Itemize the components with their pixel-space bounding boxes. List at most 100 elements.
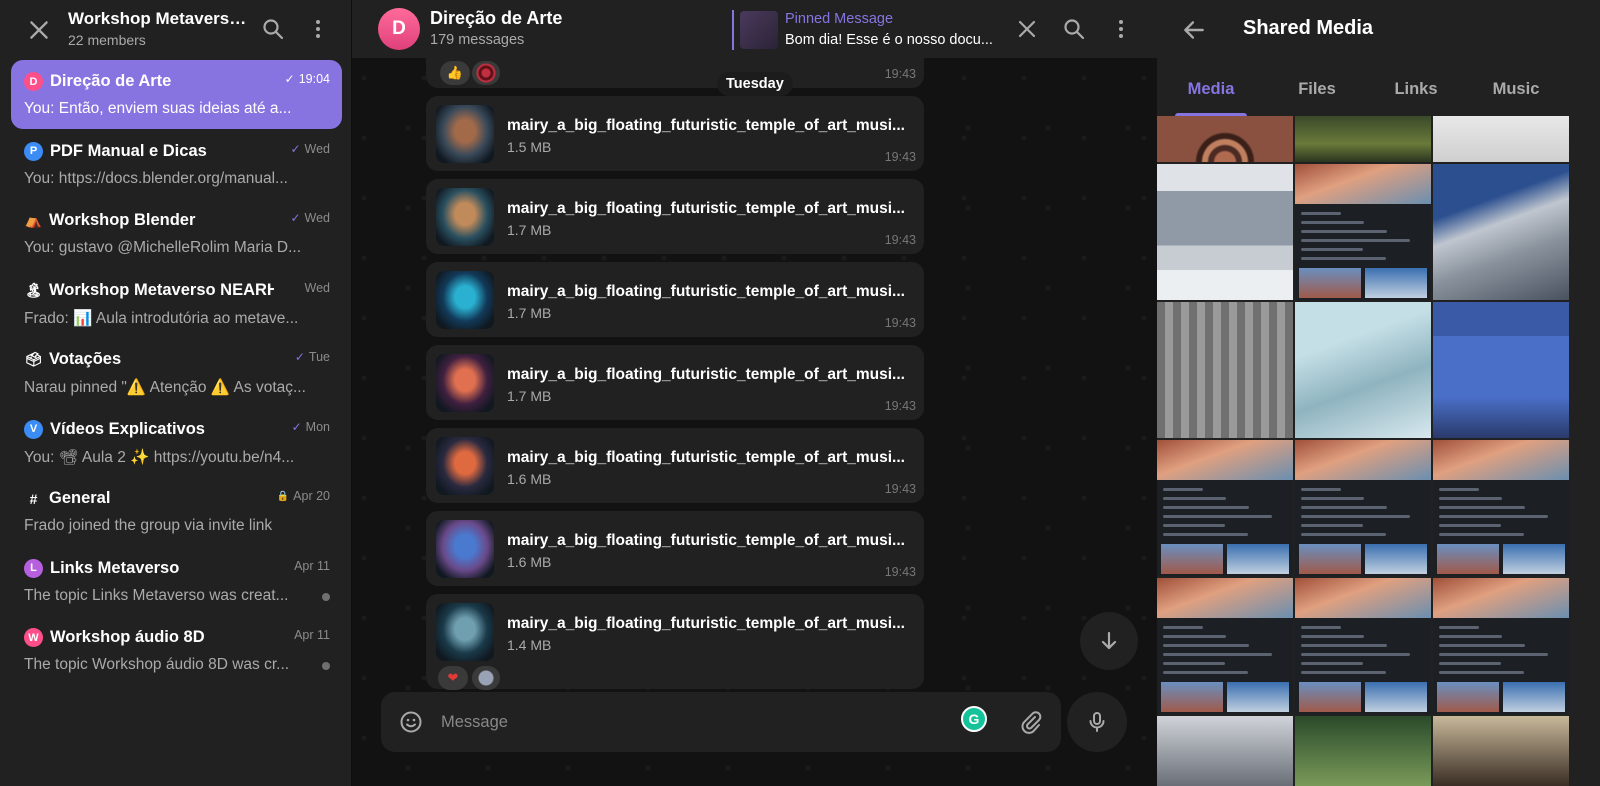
emoji-icon[interactable] [399, 710, 423, 734]
text-line [1439, 626, 1479, 629]
thumbnail-preview [1295, 440, 1431, 480]
media-thumbnail[interactable] [1295, 578, 1431, 714]
text-line [1301, 230, 1387, 233]
chat-name: ⛺ Workshop Blender [24, 211, 274, 230]
search-icon[interactable] [261, 17, 285, 41]
file-name[interactable]: mairy_a_big_floating_futuristic_temple_o… [507, 532, 917, 550]
media-thumbnail[interactable] [1157, 440, 1293, 576]
reaction-heart[interactable]: ❤ [438, 666, 468, 690]
reaction-avatar[interactable] [472, 61, 500, 85]
chat-time-label: Apr 20 [293, 489, 330, 503]
media-thumbnail[interactable] [1433, 116, 1569, 162]
search-icon[interactable] [1062, 17, 1086, 41]
chat-name-label: Links Metaverso [50, 558, 180, 577]
media-thumbnail[interactable] [1433, 302, 1569, 438]
media-thumbnail[interactable] [1295, 302, 1431, 438]
chat-preview: You: Então, enviem suas ideias até a... [24, 100, 292, 117]
topic-icon: L [24, 558, 43, 578]
file-name[interactable]: mairy_a_big_floating_futuristic_temple_o… [507, 615, 917, 633]
chat-panel: 👍 19:43 Tuesday mairy_a_big_floating_fut… [352, 0, 1157, 786]
close-pinned-icon[interactable] [1015, 17, 1039, 41]
more-vertical-icon[interactable] [1109, 17, 1133, 41]
text-line [1439, 635, 1502, 638]
tab-links[interactable]: Links [1380, 70, 1452, 116]
chat-item[interactable]: L Links Metaverso Apr 11 The topic Links Me… [11, 547, 342, 616]
read-check-icon: ✓ [291, 419, 302, 434]
chat-time-label: Apr 11 [294, 628, 330, 642]
file-size: 1.7 MB [507, 388, 552, 404]
chat-title[interactable]: Direção de Arte [430, 8, 562, 29]
thumbnail-preview [1433, 440, 1569, 480]
message-input[interactable] [441, 709, 941, 735]
file-thumbnail[interactable] [436, 354, 494, 412]
file-name[interactable]: mairy_a_big_floating_futuristic_temple_o… [507, 283, 917, 301]
close-icon[interactable] [26, 17, 52, 43]
group-title[interactable]: Workshop Metaverso ... [68, 9, 254, 29]
text-line [1163, 662, 1225, 665]
media-thumbnail[interactable] [1433, 164, 1569, 300]
chat-item[interactable]: 🏝 Workshop Metaverso NEARHu... Wed Frado: 📊… [11, 269, 342, 338]
text-line [1163, 524, 1225, 527]
tab-media[interactable]: Media [1175, 70, 1247, 116]
media-thumbnail[interactable] [1295, 116, 1431, 162]
file-name[interactable]: mairy_a_big_floating_futuristic_temple_o… [507, 449, 917, 467]
chat-item[interactable]: # General 🔒 Apr 20 Frado joined the group vi… [11, 477, 342, 546]
media-thumbnail[interactable] [1157, 116, 1293, 162]
media-thumbnail[interactable] [1295, 716, 1431, 786]
chat-avatar[interactable]: D [378, 8, 420, 50]
chat-name-label: Votações [49, 350, 122, 368]
chat-item[interactable]: W Workshop áudio 8D Apr 11 The topic Worksh… [11, 616, 342, 685]
chat-item[interactable]: 🗳 Votações ✓ Tue Narau pinned "⚠️ Atenção ⚠️… [11, 338, 342, 407]
voice-record-button[interactable] [1067, 692, 1127, 752]
media-thumbnail[interactable] [1157, 302, 1293, 438]
message-count: 179 messages [430, 32, 525, 48]
media-thumbnail[interactable] [1157, 164, 1293, 300]
text-line [1301, 221, 1364, 224]
chat-item[interactable]: ⛺ Workshop Blender ✓ Wed You: gustavo @Miche… [11, 199, 342, 268]
media-thumbnail[interactable] [1295, 440, 1431, 576]
attach-icon[interactable] [1019, 710, 1043, 734]
tab-label: Links [1394, 80, 1438, 98]
text-line [1439, 533, 1524, 536]
more-vertical-icon[interactable] [306, 17, 330, 41]
file-name[interactable]: mairy_a_big_floating_futuristic_temple_o… [507, 200, 917, 218]
text-line [1301, 662, 1363, 665]
chat-time: Apr 11 [294, 559, 330, 573]
tab-files[interactable]: Files [1281, 70, 1353, 116]
media-thumbnail[interactable] [1433, 440, 1569, 576]
file-thumbnail[interactable] [436, 105, 494, 163]
pinned-indicator [732, 10, 734, 50]
media-thumbnail[interactable] [1157, 716, 1293, 786]
file-thumbnail[interactable] [436, 271, 494, 329]
media-thumbnail[interactable] [1433, 578, 1569, 714]
file-thumbnail[interactable] [436, 603, 494, 661]
chat-item[interactable]: P PDF Manual e Dicas ✓ Wed You: https://docs… [11, 130, 342, 199]
text-line [1301, 653, 1410, 656]
media-thumbnail[interactable] [1157, 578, 1293, 714]
file-name[interactable]: mairy_a_big_floating_futuristic_temple_o… [507, 117, 917, 135]
tab-label: Media [1187, 80, 1235, 98]
reaction-avatar[interactable] [472, 666, 500, 690]
message-composer: G [381, 692, 1061, 752]
message-time: 19:43 [884, 565, 916, 579]
grammarly-icon[interactable]: G [961, 706, 987, 732]
text-line [1439, 662, 1501, 665]
thumbnail-preview [1299, 682, 1361, 712]
file-name[interactable]: mairy_a_big_floating_futuristic_temple_o… [507, 366, 917, 384]
chat-item[interactable]: V Vídeos Explicativos ✓ Mon You: 📽 Aula 2 ✨ … [11, 408, 342, 477]
file-thumbnail[interactable] [436, 437, 494, 495]
scroll-down-button[interactable] [1080, 612, 1138, 670]
media-thumbnail[interactable] [1295, 164, 1431, 300]
tab-music[interactable]: Music [1480, 70, 1552, 116]
text-line [1301, 239, 1410, 242]
media-thumbnail[interactable] [1433, 716, 1569, 786]
pinned-message[interactable]: Pinned Message Bom dia! Esse é o nosso d… [732, 8, 1002, 52]
telegram-app: Workshop Metaverso ... 22 members D Direç… [0, 0, 1600, 786]
back-arrow-icon[interactable] [1181, 17, 1207, 43]
file-thumbnail[interactable] [436, 188, 494, 246]
file-thumbnail[interactable] [436, 520, 494, 578]
text-line [1163, 626, 1203, 629]
chat-name-label: Workshop Blender [49, 211, 196, 229]
chat-item[interactable]: D Direção de Arte ✓ 19:04 You: Então, enviem… [11, 60, 342, 129]
reaction-thumbs-up[interactable]: 👍 [440, 61, 470, 85]
